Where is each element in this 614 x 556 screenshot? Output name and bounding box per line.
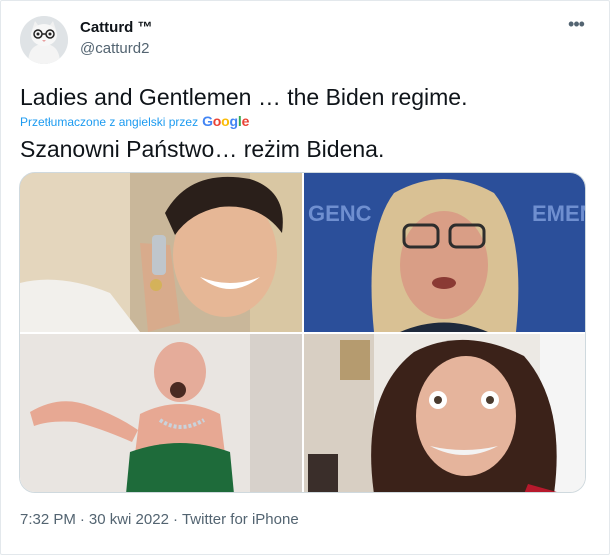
svg-text:EMEN: EMEN xyxy=(532,201,586,226)
google-logo-letter: o xyxy=(212,113,222,129)
tweet-metadata: 7:32 PM · 30 kwi 2022 · Twitter for iPho… xyxy=(20,511,299,528)
google-logo: Google xyxy=(202,113,249,129)
tweet-card: Catturd ™ @catturd2 ••• Ladies and Gentl… xyxy=(0,0,610,555)
translated-tweet-text: Szanowni Państwo… reżim Bidena. xyxy=(20,136,385,162)
author-handle[interactable]: @catturd2 xyxy=(80,40,149,57)
photo-1-image[interactable] xyxy=(20,173,302,332)
google-logo-letter: G xyxy=(202,113,213,129)
photo-3-image[interactable] xyxy=(20,334,302,492)
author-display-name[interactable]: Catturd ™ xyxy=(80,19,153,36)
tweet-source[interactable]: Twitter for iPhone xyxy=(182,511,299,528)
translated-by-link[interactable]: Przetłumaczone z angielski przez xyxy=(20,115,198,129)
separator-dot: · xyxy=(79,511,85,528)
tweet-time[interactable]: 7:32 PM xyxy=(20,511,76,528)
svg-text:GENC: GENC xyxy=(308,201,372,226)
google-logo-letter: o xyxy=(221,113,230,129)
photo-4-image[interactable] xyxy=(304,334,585,492)
photo-2-image[interactable]: GENC EMEN xyxy=(304,173,586,332)
separator-dot: · xyxy=(172,511,178,528)
google-logo-letter: g xyxy=(229,113,239,129)
translation-attribution: Przetłumaczone z angielski przez Google xyxy=(20,113,249,131)
google-logo-letter: e xyxy=(241,113,250,129)
tweet-text: Ladies and Gentlemen … the Biden regime. xyxy=(20,84,468,110)
cat-avatar-icon[interactable] xyxy=(20,16,68,64)
tweet-date[interactable]: 30 kwi 2022 xyxy=(89,511,169,528)
media-grid: GENC EMEN xyxy=(19,172,586,493)
more-options-icon[interactable]: ••• xyxy=(563,15,589,39)
